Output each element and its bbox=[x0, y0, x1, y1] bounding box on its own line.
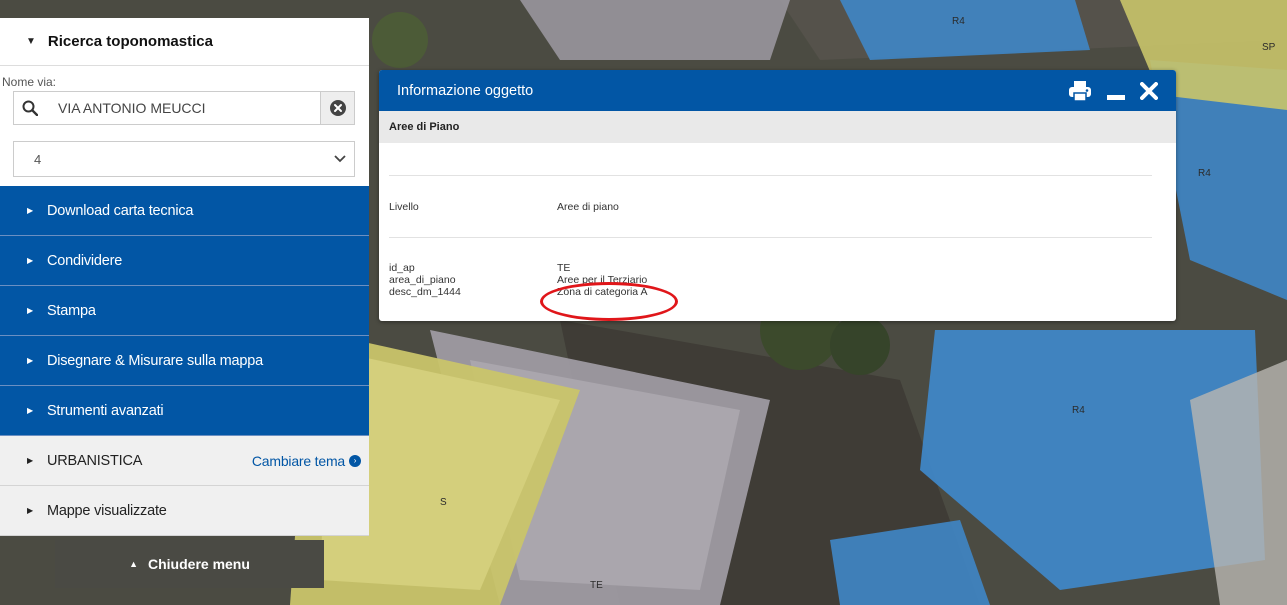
menu-item-label: Download carta tecnica bbox=[46, 202, 194, 219]
caret-down-icon: ▼ bbox=[26, 36, 36, 47]
clear-icon[interactable] bbox=[320, 92, 354, 124]
map-label: R4 bbox=[1198, 168, 1211, 179]
search-icon[interactable] bbox=[14, 92, 46, 124]
chevron-down-icon bbox=[334, 155, 346, 163]
field-key: desc_dm_1444 bbox=[389, 286, 461, 298]
caret-right-icon: ▶ bbox=[27, 306, 33, 315]
map-label: S bbox=[440, 497, 447, 508]
menu-item-label: Condividere bbox=[46, 252, 123, 269]
caret-right-icon: ▶ bbox=[27, 456, 33, 465]
caret-up-icon: ▲ bbox=[129, 559, 138, 569]
street-search-input[interactable]: VIA ANTONIO MEUCCI bbox=[46, 100, 320, 116]
field-key: id_ap bbox=[389, 262, 415, 274]
map-label: R4 bbox=[1072, 405, 1085, 416]
change-theme-link[interactable]: Cambiare tema › bbox=[252, 453, 361, 469]
caret-right-icon: ▶ bbox=[27, 406, 33, 415]
popup-subtitle: Aree di Piano bbox=[379, 111, 1176, 143]
caret-right-icon: ▶ bbox=[27, 506, 33, 515]
popup-header: Informazione oggetto bbox=[379, 70, 1176, 111]
menu-stampa[interactable]: ▶ Stampa bbox=[0, 286, 369, 336]
map-label: TE bbox=[590, 580, 603, 591]
menu-item-label: Disegnare & Misurare sulla mappa bbox=[46, 352, 263, 369]
chevron-right-circle-icon: › bbox=[349, 454, 361, 467]
highlight-ellipse bbox=[540, 282, 678, 321]
map-label: SP bbox=[1262, 42, 1276, 53]
minimize-icon[interactable] bbox=[1106, 81, 1126, 101]
side-panel: ▼ Ricerca toponomastica Nome via: VIA AN… bbox=[0, 18, 369, 536]
panel-title: Ricerca toponomastica bbox=[47, 33, 213, 50]
print-icon[interactable] bbox=[1068, 80, 1092, 102]
menu-item-label: Mappe visualizzate bbox=[46, 502, 167, 519]
field-key: Livello bbox=[389, 201, 419, 213]
attribute-row: desc_dm_1444 Zona di categoria A bbox=[389, 286, 1152, 298]
menu-disegnare-misurare[interactable]: ▶ Disegnare & Misurare sulla mappa bbox=[0, 336, 369, 386]
toponym-search-header[interactable]: ▼ Ricerca toponomastica bbox=[0, 18, 369, 66]
level-row: Livello Aree di piano bbox=[389, 201, 1152, 213]
close-menu-button[interactable]: ▲ Chiudere menu bbox=[55, 540, 324, 588]
caret-right-icon: ▶ bbox=[27, 256, 33, 265]
object-info-popup: Informazione oggetto Aree di Piano Livel… bbox=[379, 70, 1176, 321]
field-key: area_di_piano bbox=[389, 274, 456, 286]
menu-item-label: Stampa bbox=[46, 302, 96, 319]
menu-urbanistica[interactable]: ▶ URBANISTICA Cambiare tema › bbox=[0, 436, 369, 486]
close-menu-label: Chiudere menu bbox=[148, 556, 250, 572]
change-theme-label: Cambiare tema bbox=[251, 452, 345, 469]
popup-body: Livello Aree di piano id_ap TE area_di_p… bbox=[379, 143, 1176, 298]
menu-item-label: Strumenti avanzati bbox=[46, 402, 164, 419]
menu-item-label: URBANISTICA bbox=[46, 452, 143, 469]
field-value: TE bbox=[557, 262, 571, 274]
map-label: R4 bbox=[952, 16, 965, 27]
menu-condividere[interactable]: ▶ Condividere bbox=[0, 236, 369, 286]
popup-title: Informazione oggetto bbox=[397, 82, 534, 99]
menu-strumenti-avanzati[interactable]: ▶ Strumenti avanzati bbox=[0, 386, 369, 436]
tools-menu: ▶ Download carta tecnica ▶ Condividere ▶… bbox=[0, 186, 369, 536]
menu-mappe-visualizzate[interactable]: ▶ Mappe visualizzate bbox=[0, 486, 369, 536]
close-icon[interactable] bbox=[1140, 81, 1158, 100]
street-search-box: VIA ANTONIO MEUCCI bbox=[13, 91, 355, 125]
field-value: Aree di piano bbox=[557, 201, 619, 213]
street-name-label: Nome via: bbox=[2, 75, 57, 89]
civic-number-value: 4 bbox=[34, 151, 42, 167]
civic-number-select[interactable]: 4 bbox=[13, 141, 355, 177]
attribute-row: area_di_piano Aree per il Terziario bbox=[389, 274, 1152, 286]
menu-download-carta-tecnica[interactable]: ▶ Download carta tecnica bbox=[0, 186, 369, 236]
attribute-row: id_ap TE bbox=[389, 262, 1152, 274]
caret-right-icon: ▶ bbox=[27, 206, 33, 215]
caret-right-icon: ▶ bbox=[27, 356, 33, 365]
